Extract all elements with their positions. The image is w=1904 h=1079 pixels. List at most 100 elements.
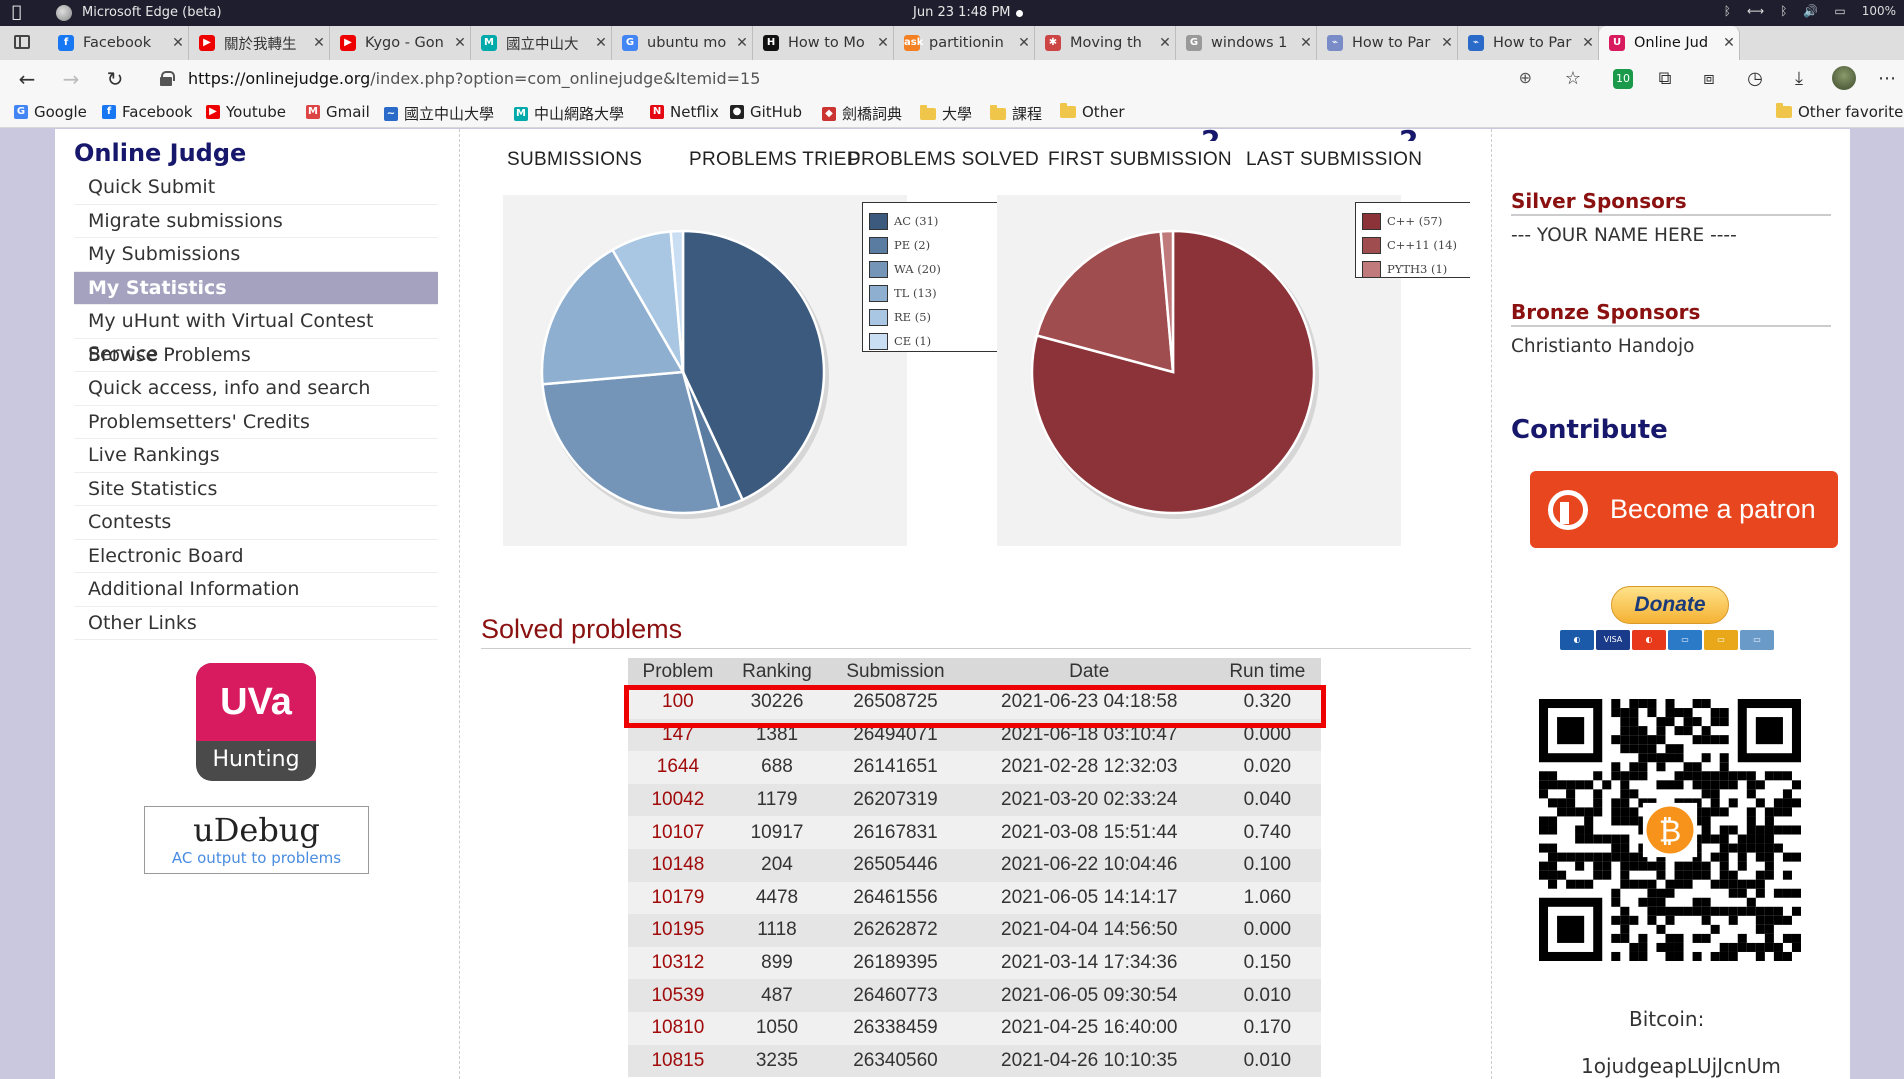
extension-icon[interactable]: 10: [1610, 66, 1636, 92]
bookmark-0[interactable]: G Google: [14, 103, 87, 121]
tab-close-icon[interactable]: ✕: [168, 35, 188, 51]
tab[interactable]: ▶ Kygo - Gon ✕: [330, 26, 471, 60]
address-bar[interactable]: https://onlinejudge.org/index.php?option…: [148, 63, 1548, 95]
nav-item-quick-access-info-and-search[interactable]: Quick access, info and search: [74, 372, 438, 406]
nav-item-quick-submit[interactable]: Quick Submit: [74, 171, 438, 205]
apple-icon[interactable]: : [12, 3, 28, 21]
nav-item-site-statistics[interactable]: Site Statistics: [74, 473, 438, 506]
bluetooth-icon[interactable]: ᛒ: [1724, 4, 1731, 18]
problem-id-link[interactable]: 147: [628, 718, 728, 752]
become-patron-button[interactable]: Become a patron: [1530, 471, 1838, 548]
lock-icon[interactable]: [160, 71, 175, 86]
tab[interactable]: f Facebook ✕: [48, 26, 189, 60]
tab-close-icon[interactable]: ✕: [1014, 35, 1034, 51]
uhunt-logo[interactable]: UVa Hunting: [196, 663, 316, 781]
tab[interactable]: ▶ 關於我轉生 ✕: [189, 26, 330, 60]
tab-close-icon[interactable]: ✕: [1719, 35, 1739, 51]
bookmark-10[interactable]: 課程: [990, 103, 1042, 124]
tab-close-icon[interactable]: ✕: [1155, 35, 1175, 51]
discover-icon: ▭: [1704, 630, 1738, 650]
problem-id-link[interactable]: 100: [628, 686, 728, 719]
bookmark-6[interactable]: N Netflix: [650, 103, 719, 121]
nav-item-my-uhunt-with-virtual-contest-service[interactable]: My uHunt with Virtual Contest Service: [74, 305, 438, 365]
nav-item-electronic-board[interactable]: Electronic Board: [74, 540, 438, 573]
bookmark-3[interactable]: M Gmail: [306, 103, 370, 121]
tab-close-icon[interactable]: ✕: [309, 35, 329, 51]
tab-close-icon[interactable]: ✕: [732, 35, 752, 51]
bookmark-11[interactable]: Other: [1060, 103, 1125, 121]
nav-item-additional-information[interactable]: Additional Information: [74, 573, 438, 607]
table-cell: 30226: [727, 686, 827, 719]
problem-id-link[interactable]: 10195: [628, 914, 728, 947]
other-favorites[interactable]: Other favorites: [1776, 103, 1904, 121]
udebug-banner[interactable]: uDebug AC output to problems: [144, 806, 369, 874]
tab[interactable]: H How to Mo ✕: [753, 26, 894, 60]
extensions-puzzle-icon[interactable]: ⧉: [1652, 66, 1678, 92]
problem-id-link[interactable]: 10312: [628, 946, 728, 980]
tab-active[interactable]: U Online Jud ✕: [1599, 26, 1740, 60]
nav-item-my-submissions[interactable]: My Submissions: [74, 238, 438, 272]
download-icon[interactable]: ⤓: [1786, 66, 1812, 92]
collections-icon[interactable]: ⧈: [1696, 66, 1722, 92]
problem-id-link[interactable]: 10810: [628, 1011, 728, 1045]
tab[interactable]: ⌁ How to Par ✕: [1317, 26, 1458, 60]
network-icon[interactable]: ⟷: [1747, 4, 1764, 18]
profile-avatar[interactable]: [1832, 66, 1858, 92]
problem-id-link[interactable]: 10179: [628, 881, 728, 915]
problem-id-link[interactable]: 10042: [628, 783, 728, 817]
bookmark-5[interactable]: M 中山網路大學: [514, 103, 624, 124]
history-icon[interactable]: ◷: [1742, 66, 1768, 92]
nav-item-problemsetters-credits[interactable]: Problemsetters' Credits: [74, 406, 438, 439]
forward-arrow-icon[interactable]: →: [58, 66, 84, 92]
bookmark-9[interactable]: 大學: [920, 103, 972, 124]
legend-item: C++11 (14): [1362, 233, 1464, 257]
bookmark-7[interactable]: ● GitHub: [730, 103, 802, 121]
bookmark-4[interactable]: ~ 國立中山大學: [384, 103, 494, 124]
payment-cards: ◐ VISA ◐ ▭ ▭ ▭: [1560, 630, 1774, 650]
bluetooth-icon[interactable]: ᛒ: [1780, 4, 1787, 18]
more-menu-icon[interactable]: ⋯: [1874, 66, 1900, 92]
back-arrow-icon[interactable]: ←: [14, 66, 40, 92]
zoom-icon[interactable]: ⊕: [1519, 68, 1532, 87]
table-cell: 0.040: [1213, 783, 1321, 817]
tab[interactable]: ✱ Moving th ✕: [1035, 26, 1176, 60]
nav-item-contests[interactable]: Contests: [74, 506, 438, 540]
nav-item-migrate-submissions[interactable]: Migrate submissions: [74, 205, 438, 238]
problem-id-link[interactable]: 1644: [628, 751, 728, 784]
nav-item-my-statistics[interactable]: My Statistics: [74, 271, 438, 305]
reload-icon[interactable]: ↻: [102, 66, 128, 92]
tab[interactable]: Gwindows 1 ✕: [1176, 26, 1317, 60]
stat-value-clipped: 2: [1399, 129, 1418, 141]
clock[interactable]: Jun 23 1:48 PM: [913, 5, 1011, 20]
vertical-tabs-icon[interactable]: [14, 35, 30, 49]
bookmark-8[interactable]: ◆ 劍橋詞典: [822, 103, 902, 124]
app-name[interactable]: Microsoft Edge (beta): [82, 5, 222, 20]
bitcoin-address[interactable]: 1ojudgeapLUjJcnUm: [1581, 1054, 1781, 1078]
tab[interactable]: ask partitionin ✕: [894, 26, 1035, 60]
tab-close-icon[interactable]: ✕: [873, 35, 893, 51]
donate-button[interactable]: Donate: [1611, 586, 1729, 624]
tab-close-icon[interactable]: ✕: [450, 35, 470, 51]
tab-close-icon[interactable]: ✕: [1296, 35, 1316, 51]
tab-close-icon[interactable]: ✕: [591, 35, 611, 51]
silver-sponsors-title: Silver Sponsors: [1511, 189, 1687, 213]
bookmark-2[interactable]: ▶ Youtube: [206, 103, 286, 121]
problem-id-link[interactable]: 10148: [628, 848, 728, 882]
url-text[interactable]: https://onlinejudge.org/index.php?option…: [188, 69, 760, 88]
nav-item-browse-problems[interactable]: Browse Problems: [74, 339, 438, 372]
tab[interactable]: ⌁ How to Par ✕: [1458, 26, 1599, 60]
favorites-star-icon[interactable]: ☆: [1560, 66, 1586, 92]
nav-item-other-links[interactable]: Other Links: [74, 607, 438, 640]
bookmark-1[interactable]: f Facebook: [102, 103, 192, 121]
battery-icon[interactable]: ▭: [1834, 4, 1845, 18]
problem-id-link[interactable]: 10815: [628, 1044, 728, 1078]
tab-close-icon[interactable]: ✕: [1578, 35, 1598, 51]
tab[interactable]: Gubuntu mo ✕: [612, 26, 753, 60]
problem-id-link[interactable]: 10539: [628, 979, 728, 1012]
site-title[interactable]: Online Judge: [74, 139, 438, 171]
nav-item-live-rankings[interactable]: Live Rankings: [74, 439, 438, 473]
tab[interactable]: M 國立中山大 ✕: [471, 26, 612, 60]
volume-icon[interactable]: 🔊: [1803, 4, 1818, 18]
problem-id-link[interactable]: 10107: [628, 816, 728, 849]
tab-close-icon[interactable]: ✕: [1437, 35, 1457, 51]
